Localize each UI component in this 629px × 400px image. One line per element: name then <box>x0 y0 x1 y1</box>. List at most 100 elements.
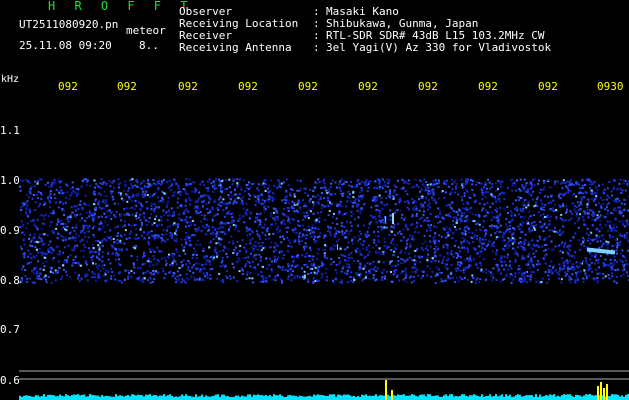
noise-dot <box>326 257 328 260</box>
noise-dot <box>392 197 395 200</box>
noise-dot <box>359 275 361 278</box>
noise-dot <box>274 222 277 225</box>
noise-dot <box>383 183 386 186</box>
noise-dot <box>529 215 532 218</box>
noise-dot <box>571 266 574 269</box>
noise-dot <box>305 234 308 236</box>
noise-dot <box>268 237 271 240</box>
noise-dot <box>603 215 606 218</box>
noise-dot <box>199 243 202 246</box>
noise-dot <box>236 280 239 283</box>
noise-dot <box>305 263 308 266</box>
noise-dot <box>586 206 589 209</box>
noise-dot <box>213 200 215 203</box>
noise-dot <box>305 205 308 208</box>
noise-dot <box>152 179 155 181</box>
noise-dot <box>153 277 156 280</box>
noise-dot <box>262 277 265 280</box>
noise-dot <box>457 193 460 196</box>
noise-dot <box>266 230 269 233</box>
noise-dot <box>133 266 136 269</box>
noise-dot <box>32 281 35 284</box>
noise-dot <box>594 253 597 256</box>
noise-dot <box>358 182 361 185</box>
noise-dot <box>164 272 167 275</box>
noise-dot <box>75 223 78 226</box>
noise-dot <box>140 182 143 184</box>
noise-dot <box>216 207 219 209</box>
noise-dot <box>155 215 158 218</box>
noise-dot <box>420 188 423 191</box>
noise-dot <box>422 249 425 251</box>
noise-dot <box>88 251 91 254</box>
noise-dot <box>205 202 208 205</box>
noise-dot <box>507 212 509 214</box>
noise-dot <box>467 266 470 269</box>
noise-dot <box>496 207 499 210</box>
noise-dot <box>508 240 511 243</box>
noise-dot <box>516 207 518 210</box>
noise-dot <box>31 197 34 200</box>
noise-dot <box>135 212 138 215</box>
noise-dot <box>392 196 395 198</box>
noise-dot <box>414 270 417 273</box>
noise-dot <box>415 225 418 228</box>
noise-dot <box>117 186 120 189</box>
noise-dot <box>282 257 285 260</box>
noise-dot <box>418 261 421 264</box>
noise-dot <box>577 182 580 185</box>
noise-dot <box>278 251 281 254</box>
noise-dot <box>346 200 349 203</box>
noise-dot <box>538 262 541 265</box>
noise-dot <box>211 206 214 209</box>
noise-dot <box>353 200 356 203</box>
noise-dot <box>31 270 33 273</box>
noise-dot <box>379 252 382 255</box>
noise-dot <box>481 193 484 196</box>
noise-dot <box>417 186 420 188</box>
noise-dot <box>382 268 385 271</box>
noise-dot <box>447 274 450 277</box>
noise-dot <box>625 237 628 239</box>
noise-dot <box>229 201 231 204</box>
noise-dot <box>82 227 85 230</box>
noise-dot <box>501 180 504 183</box>
noise-dot <box>178 267 181 270</box>
noise-dot <box>608 277 611 280</box>
noise-dot <box>269 257 271 260</box>
noise-dot <box>247 192 250 195</box>
noise-dot <box>285 194 288 197</box>
noise-dot <box>40 240 43 243</box>
noise-dot <box>93 225 96 228</box>
noise-dot <box>468 210 471 213</box>
noise-dot <box>231 212 234 215</box>
noise-dot <box>320 260 323 263</box>
noise-dot <box>145 219 148 222</box>
noise-dot <box>277 274 279 277</box>
noise-dot <box>420 277 423 280</box>
noise-dot <box>325 205 328 208</box>
noise-dot <box>331 179 334 182</box>
noise-dot <box>370 214 373 217</box>
noise-dot <box>113 274 116 277</box>
noise-dot <box>115 254 118 257</box>
noise-dot <box>146 207 149 210</box>
noise-dot <box>549 186 552 189</box>
noise-dot <box>558 204 561 207</box>
noise-dot <box>412 276 415 278</box>
noise-dot <box>565 210 568 213</box>
noise-dot <box>431 270 434 273</box>
noise-dot <box>427 224 430 227</box>
noise-dot <box>493 258 496 261</box>
noise-dot <box>467 250 469 253</box>
noise-dot <box>425 245 428 248</box>
noise-dot <box>496 186 499 189</box>
noise-dot <box>150 202 153 205</box>
noise-dot <box>481 242 484 245</box>
noise-dot <box>177 192 180 194</box>
noise-dot <box>503 277 506 280</box>
noise-dot <box>232 242 235 245</box>
noise-dot <box>404 269 407 272</box>
noise-dot <box>311 258 314 261</box>
noise-dot <box>67 244 70 247</box>
